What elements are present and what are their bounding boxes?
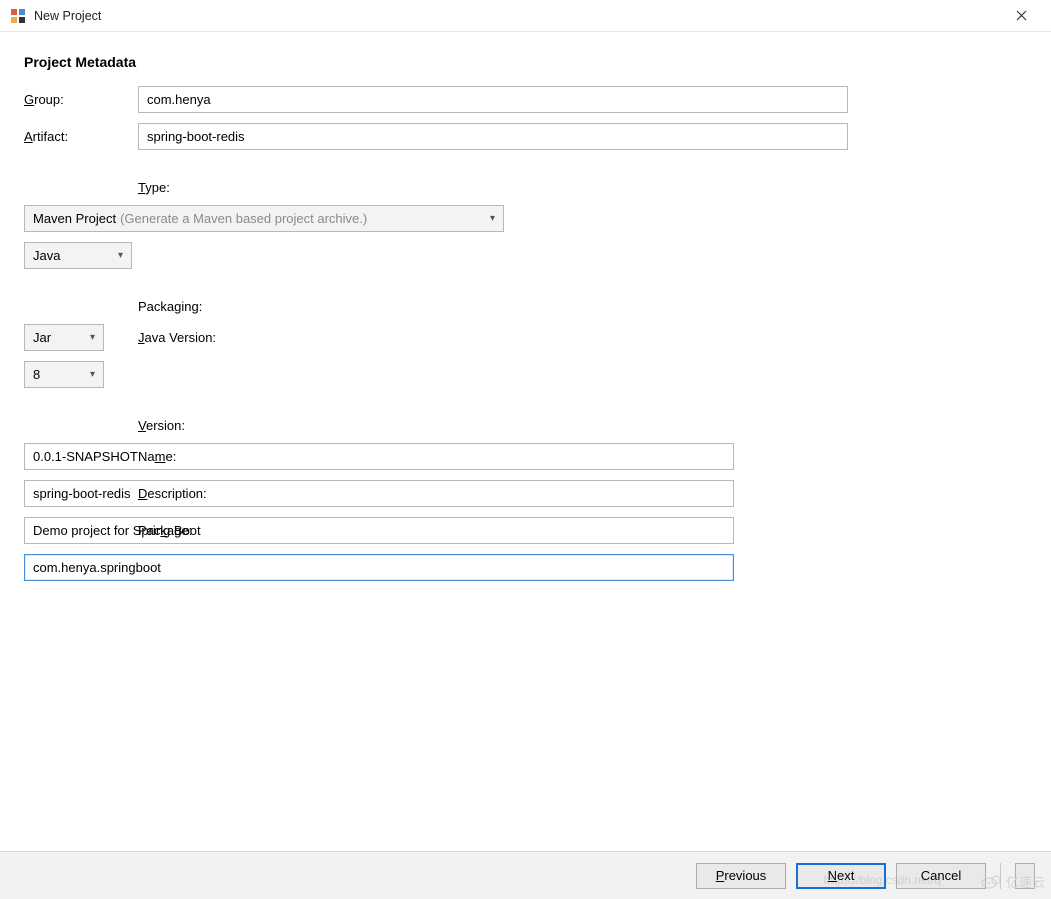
artifact-input[interactable] [138,123,848,150]
type-select-value: Maven Project [33,211,116,226]
java-version-select-value: 8 [33,367,40,382]
language-select[interactable]: Java ▾ [24,242,132,269]
content-area: Project Metadata Group: Artifact: Type: … [0,32,1051,581]
package-input[interactable] [24,554,734,581]
chevron-down-icon: ▾ [80,369,95,380]
chevron-down-icon: ▾ [108,250,123,261]
separator [1000,863,1001,889]
title-bar: New Project [0,0,1051,32]
java-version-select[interactable]: 8 ▾ [24,361,104,388]
chevron-down-icon: ▾ [80,332,95,343]
close-button[interactable] [1001,2,1041,30]
package-label: Package: [138,523,1027,538]
description-label: Description: [138,486,1027,501]
window-title: New Project [34,9,101,23]
footer: Previous Next Cancel [0,851,1051,899]
language-select-value: Java [33,248,60,263]
group-input[interactable] [138,86,848,113]
type-select-hint: (Generate a Maven based project archive.… [120,211,367,226]
help-button[interactable] [1015,863,1035,889]
cancel-button[interactable]: Cancel [896,863,986,889]
section-title: Project Metadata [24,54,1027,70]
previous-button[interactable]: Previous [696,863,786,889]
packaging-label: Packaging: [138,299,1027,314]
form: Group: Artifact: Type: Maven Project (Ge… [24,86,1027,581]
app-icon [10,8,26,24]
java-version-label: Java Version: [138,330,1027,345]
chevron-down-icon: ▾ [480,213,495,224]
packaging-select-value: Jar [33,330,51,345]
type-select[interactable]: Maven Project (Generate a Maven based pr… [24,205,504,232]
artifact-label: Artifact: [24,129,132,144]
packaging-select[interactable]: Jar ▾ [24,324,104,351]
next-button[interactable]: Next [796,863,886,889]
type-label: Type: [138,180,1027,195]
version-label: Version: [138,418,1027,433]
name-label: Name: [138,449,1027,464]
group-label: Group: [24,92,132,107]
